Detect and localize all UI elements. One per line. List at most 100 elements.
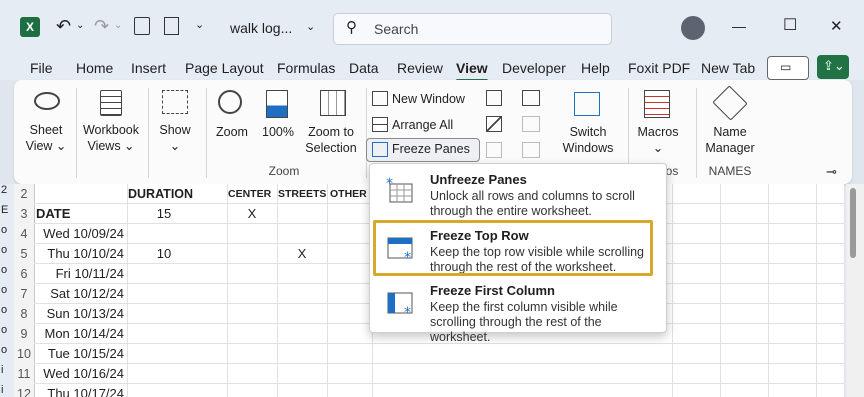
tab-developer[interactable]: Developer [502, 60, 566, 76]
print-preview-icon[interactable] [164, 17, 179, 35]
sync-scroll-icon[interactable] [522, 116, 540, 132]
group-separator [76, 88, 77, 178]
comment-icon: ▭ [780, 60, 792, 74]
row-header[interactable]: 6 [14, 264, 34, 285]
cell-streets-header[interactable]: STREETS [278, 184, 326, 204]
vertical-scrollbar[interactable] [846, 184, 864, 397]
tab-insert[interactable]: Insert [131, 60, 166, 76]
cell-date[interactable]: Thu 10/10/24 [34, 244, 124, 264]
tab-new-tab[interactable]: New Tab [701, 60, 755, 76]
freeze-panes-icon [372, 142, 388, 157]
switch-windows-button[interactable]: Switch Windows ⌄ [558, 88, 618, 171]
view-side-by-side-icon[interactable] [522, 90, 540, 106]
close-button[interactable]: ✕ [830, 17, 843, 35]
cell-date[interactable]: Mon 10/14/24 [34, 324, 124, 344]
cell-date-header[interactable]: DATE [36, 204, 126, 224]
arrange-all-button[interactable]: Arrange All [370, 116, 470, 136]
cell-center-header[interactable]: CENTER [228, 184, 276, 204]
undo-dropdown-icon[interactable]: ⌄ [76, 20, 84, 31]
menu-item-freeze-first-column[interactable]: * Freeze First Column Keep the first col… [370, 277, 666, 344]
left-edge-label: o [1, 304, 8, 316]
eye-icon [34, 92, 60, 110]
cell-center[interactable]: X [228, 204, 276, 224]
pin-ribbon-icon[interactable]: ⊸ [826, 164, 837, 180]
row-header[interactable]: 4 [14, 224, 34, 245]
zoom-100-icon [266, 90, 288, 118]
freeze-first-column-icon: * [386, 287, 416, 321]
tab-formulas[interactable]: Formulas [277, 60, 335, 76]
minimize-button[interactable]: — [732, 18, 746, 34]
redo-dropdown-icon[interactable]: ⌄ [114, 20, 122, 31]
freeze-panes-button[interactable]: Freeze Panes ⌄ [366, 138, 480, 171]
zoom-button[interactable]: Zoom [212, 88, 252, 150]
workbook-views-button[interactable]: Workbook Views ⌄ [80, 88, 142, 158]
left-edge-label: o [1, 324, 8, 336]
share-button[interactable]: ⇪⌄ [817, 55, 849, 79]
macros-button[interactable]: Macros ⌄ [632, 88, 684, 158]
row-header[interactable]: 9 [14, 324, 34, 345]
tab-home[interactable]: Home [76, 60, 113, 76]
tab-foxit-pdf[interactable]: Foxit PDF [628, 60, 690, 76]
menu-item-unfreeze-panes[interactable]: * Unfreeze Panes Unlock all rows and col… [370, 166, 666, 221]
new-window-button[interactable]: New Window [370, 90, 470, 110]
reset-position-icon[interactable] [522, 142, 540, 158]
group-separator [366, 88, 367, 178]
unfreeze-panes-title: Unfreeze Panes [430, 172, 527, 187]
cell-date[interactable]: Wed 10/09/24 [34, 224, 124, 244]
row-header[interactable]: 5 [14, 244, 34, 265]
new-window-icon [372, 91, 388, 106]
cell-streets[interactable]: X [278, 244, 326, 264]
show-icon [162, 90, 188, 114]
search-box[interactable]: ⚲ Search [333, 13, 612, 45]
cell-duration-header[interactable]: DURATION [128, 184, 226, 204]
row-header[interactable]: 7 [14, 284, 34, 305]
zoom-to-selection-button[interactable]: Zoom to Selection [300, 88, 362, 158]
cell-date[interactable]: Sun 10/13/24 [34, 304, 124, 324]
comments-button[interactable]: ▭ [767, 56, 809, 80]
tab-view[interactable]: View [456, 60, 488, 82]
row-header[interactable]: 3 [14, 204, 34, 225]
show-button[interactable]: Show ⌄ [152, 88, 198, 158]
zoom-100-button[interactable]: 100% [258, 88, 298, 150]
hide-icon[interactable] [486, 116, 502, 132]
maximize-button[interactable]: ☐ [783, 15, 797, 35]
row-header[interactable]: 11 [14, 364, 34, 385]
grid-line [34, 363, 844, 364]
redo-icon[interactable]: ↷ [94, 16, 109, 37]
name-manager-button[interactable]: Name Manager [700, 85, 760, 158]
row-header[interactable]: 10 [14, 344, 34, 365]
grid-line [277, 184, 278, 397]
sheet-view-label-2: View ⌄ [25, 139, 67, 153]
row-header[interactable]: 12 [14, 384, 34, 397]
cell-date[interactable]: Thu 10/17/24 [34, 384, 124, 397]
macros-chevron: ⌄ [652, 141, 664, 155]
name-manager-label-2: Manager [705, 141, 755, 155]
tab-file[interactable]: File [30, 60, 53, 76]
file-name[interactable]: walk log... [230, 20, 292, 36]
unhide-icon[interactable] [486, 142, 502, 158]
title-dropdown-icon[interactable]: ⌄ [306, 20, 315, 33]
undo-icon[interactable]: ↶ [56, 16, 71, 37]
cell-date[interactable]: Sat 10/12/24 [34, 284, 124, 304]
scrollbar-thumb[interactable] [850, 188, 856, 258]
cell-date[interactable]: Fri 10/11/24 [34, 264, 124, 284]
left-edge-label: o [1, 264, 8, 276]
cell-duration[interactable]: 15 [128, 204, 200, 224]
cell-date[interactable]: Wed 10/16/24 [34, 364, 124, 384]
zoom-label: Zoom [216, 125, 248, 139]
cell-other-header[interactable]: OTHER [330, 184, 372, 204]
tab-review[interactable]: Review [397, 60, 443, 76]
customize-toolbar-icon[interactable]: ⌄ [195, 18, 204, 31]
quick-access-icon[interactable] [134, 17, 150, 35]
workbook-views-label-2: Views ⌄ [87, 139, 135, 153]
tab-help[interactable]: Help [581, 60, 610, 76]
cell-date[interactable]: Tue 10/15/24 [34, 344, 124, 364]
row-header[interactable]: 2 [14, 184, 34, 205]
sheet-view-button[interactable]: Sheet View ⌄ [22, 88, 70, 158]
cell-duration[interactable]: 10 [128, 244, 200, 264]
tab-data[interactable]: Data [349, 60, 379, 76]
avatar[interactable] [681, 16, 705, 40]
split-icon[interactable] [486, 90, 502, 106]
tab-page-layout[interactable]: Page Layout [185, 60, 264, 76]
row-header[interactable]: 8 [14, 304, 34, 325]
